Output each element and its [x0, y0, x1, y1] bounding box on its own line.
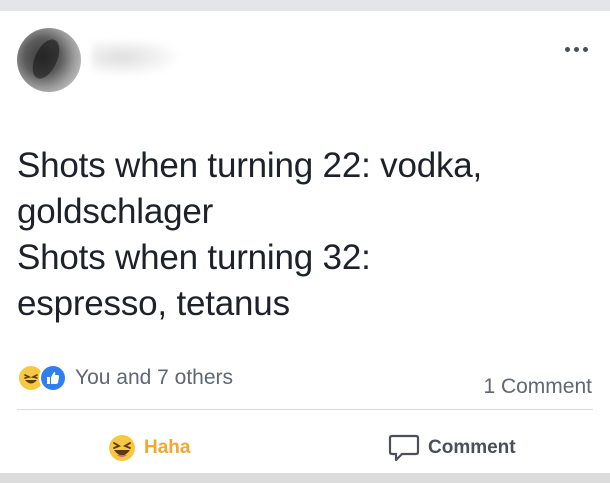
reaction-count-text: You and 7 others — [75, 366, 234, 389]
haha-icon — [109, 435, 135, 461]
comment-icon — [388, 434, 420, 462]
haha-label: Haha — [144, 437, 191, 458]
like-reaction-icon — [39, 364, 67, 392]
haha-button[interactable]: Haha — [108, 428, 190, 468]
post-line: Shots when turning 22: vodka, — [17, 146, 483, 185]
divider — [17, 409, 593, 410]
comment-button[interactable]: Comment — [388, 428, 516, 468]
bottom-divider — [0, 473, 610, 483]
author-name-blurred — [92, 41, 192, 81]
reaction-summary[interactable]: You and 7 others — [17, 363, 233, 393]
post-card: Shots when turning 22: vodka, goldschlag… — [0, 11, 610, 473]
avatar[interactable] — [17, 28, 81, 92]
comment-count-link[interactable]: 1 Comment — [483, 375, 592, 399]
post-line: Shots when turning 32: — [17, 238, 371, 277]
post-text: Shots when turning 22: vodka, goldschlag… — [17, 143, 597, 327]
post-line: goldschlager — [17, 192, 214, 231]
more-options-icon[interactable] — [565, 47, 588, 52]
post-line: espresso, tetanus — [17, 284, 290, 323]
comment-label: Comment — [428, 437, 516, 458]
